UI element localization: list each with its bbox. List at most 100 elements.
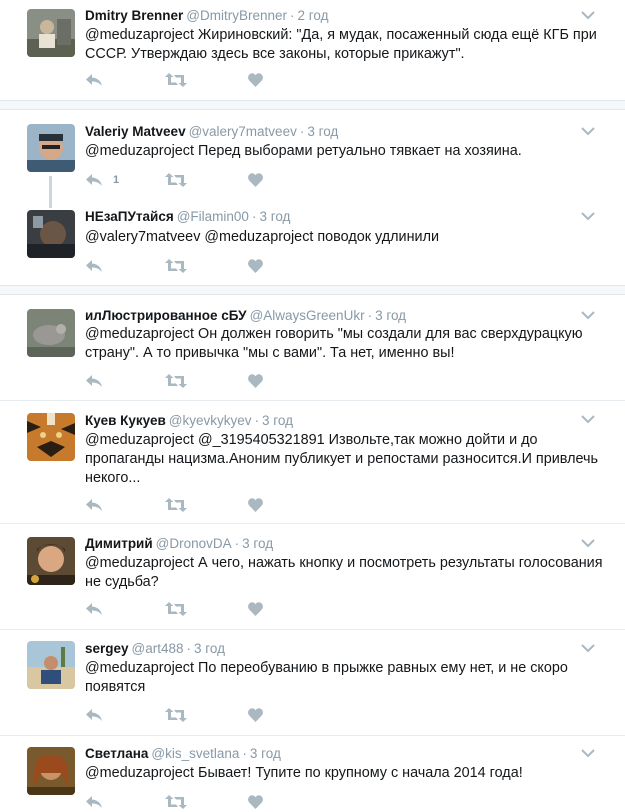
- tweet-text: @meduzaproject Перед выборами ретуально …: [85, 143, 522, 159]
- reply-button[interactable]: [85, 72, 103, 88]
- reply-button[interactable]: 1: [85, 172, 119, 188]
- dot-separator: ·: [186, 641, 192, 656]
- author-handle[interactable]: @kyevkykyev: [169, 413, 252, 428]
- reply-icon: [86, 796, 102, 808]
- like-button[interactable]: [248, 258, 263, 274]
- author-handle[interactable]: @kis_svetlana: [151, 746, 239, 761]
- retweet-button[interactable]: [165, 373, 187, 389]
- author-handle[interactable]: @art488: [132, 641, 184, 656]
- tweet[interactable]: sergey @art488 · 3 год @meduzaproject По пе…: [0, 630, 625, 735]
- reply-count: 1: [113, 174, 120, 186]
- retweet-button[interactable]: [165, 258, 187, 274]
- like-button[interactable]: [248, 497, 263, 513]
- timestamp[interactable]: 3 год: [259, 209, 290, 224]
- reply-icon: [86, 709, 102, 721]
- author-name[interactable]: илЛюстрированное сБУ: [85, 308, 247, 323]
- author-handle[interactable]: @valery7matveev: [189, 124, 297, 139]
- caret-down-icon[interactable]: [581, 748, 595, 758]
- caret-down-icon[interactable]: [581, 211, 595, 221]
- timestamp[interactable]: 3 год: [242, 536, 273, 551]
- dot-separator: ·: [299, 124, 305, 139]
- tweet-text: @meduzaproject По переобуванию в прыжке …: [85, 660, 568, 695]
- caret-down-icon[interactable]: [581, 310, 595, 320]
- like-button[interactable]: [248, 794, 263, 810]
- avatar[interactable]: [27, 309, 75, 357]
- retweet-button[interactable]: [165, 172, 187, 188]
- author-handle[interactable]: @DronovDA: [156, 536, 232, 551]
- avatar[interactable]: [27, 747, 75, 795]
- retweet-button[interactable]: [165, 707, 187, 723]
- retweet-button[interactable]: [165, 497, 187, 513]
- reply-button[interactable]: [85, 601, 103, 617]
- author-handle[interactable]: @Filamin00: [177, 209, 249, 224]
- reply-button[interactable]: [85, 497, 103, 513]
- timestamp[interactable]: 3 год: [194, 641, 225, 656]
- caret-down-icon[interactable]: [581, 10, 595, 20]
- reply-button[interactable]: [85, 258, 103, 274]
- avatar[interactable]: [27, 210, 75, 258]
- like-icon: [248, 795, 263, 809]
- retweet-icon: [165, 708, 187, 722]
- avatar[interactable]: [27, 9, 75, 57]
- dot-separator: ·: [290, 8, 295, 23]
- like-icon: [248, 602, 263, 616]
- reply-button[interactable]: [85, 794, 103, 810]
- reply-button[interactable]: [85, 707, 103, 723]
- caret-down-icon[interactable]: [581, 643, 595, 653]
- author-name[interactable]: Dmitry Brenner: [85, 8, 183, 23]
- author-handle[interactable]: @DmitryBrenner: [186, 8, 287, 23]
- reply-icon: [86, 499, 102, 511]
- like-icon: [248, 374, 263, 388]
- tweet-text: @meduzaproject @_3195405321891 Извольте,…: [85, 432, 599, 486]
- retweet-icon: [165, 173, 187, 187]
- retweet-icon: [165, 795, 187, 809]
- reply-icon: [86, 375, 102, 387]
- caret-down-icon[interactable]: [581, 126, 595, 136]
- tweet[interactable]: Dmitry Brenner @DmitryBrenner · 2 год @medu…: [0, 0, 625, 100]
- reply-icon: [86, 74, 102, 86]
- tweet[interactable]: Димитрий @DronovDA · 3 год @meduzaproject А…: [0, 524, 625, 629]
- retweet-icon: [165, 498, 187, 512]
- tweet[interactable]: Куев Кукуев @kyevkykyev · 3 год @meduzaproj…: [0, 401, 625, 523]
- like-button[interactable]: [248, 72, 263, 88]
- tweet[interactable]: илЛюстрированное сБУ @AlwaysGreenUkr · 3 го…: [0, 297, 625, 400]
- timestamp[interactable]: 3 год: [307, 124, 338, 139]
- like-button[interactable]: [248, 172, 263, 188]
- author-name[interactable]: Куев Кукуев: [85, 413, 166, 428]
- tweet-text: @meduzaproject Он должен говорить "мы со…: [85, 326, 583, 361]
- dot-separator: ·: [242, 746, 247, 761]
- timestamp[interactable]: 3 год: [262, 413, 293, 428]
- like-button[interactable]: [248, 373, 263, 389]
- retweet-icon: [165, 259, 187, 273]
- timestamp[interactable]: 2 год: [298, 8, 329, 23]
- reply-icon: [86, 260, 102, 272]
- author-handle[interactable]: @AlwaysGreenUkr: [250, 308, 365, 323]
- avatar[interactable]: [27, 641, 75, 689]
- author-name[interactable]: Димитрий: [85, 536, 153, 551]
- author-name[interactable]: Valeriy Matveev: [85, 124, 186, 139]
- reply-button[interactable]: [85, 373, 103, 389]
- tweet[interactable]: Valeriy Matveev @valery7matveev · 3 год @me…: [0, 112, 625, 198]
- like-icon: [248, 173, 263, 187]
- timestamp[interactable]: 3 год: [375, 308, 406, 323]
- timestamp[interactable]: 3 год: [250, 746, 281, 761]
- avatar[interactable]: [27, 413, 75, 461]
- like-icon: [248, 498, 263, 512]
- dot-separator: ·: [367, 308, 373, 323]
- avatar[interactable]: [27, 124, 75, 172]
- avatar[interactable]: [27, 537, 75, 585]
- tweet[interactable]: НЕзаПУтайся @Filamin00 · 3 год @valery7matv…: [0, 200, 625, 285]
- author-name[interactable]: sergey: [85, 641, 129, 656]
- caret-down-icon[interactable]: [581, 414, 595, 424]
- section-gap: [0, 285, 625, 295]
- retweet-button[interactable]: [165, 601, 187, 617]
- caret-down-icon[interactable]: [581, 538, 595, 548]
- author-name[interactable]: Светлана: [85, 746, 148, 761]
- reply-icon: [86, 603, 102, 615]
- retweet-button[interactable]: [165, 72, 187, 88]
- like-button[interactable]: [248, 707, 263, 723]
- like-button[interactable]: [248, 601, 263, 617]
- retweet-button[interactable]: [165, 794, 187, 810]
- author-name[interactable]: НЕзаПУтайся: [85, 209, 174, 224]
- tweet[interactable]: Светлана @kis_svetlana · 3 год @meduzaproje…: [0, 736, 625, 812]
